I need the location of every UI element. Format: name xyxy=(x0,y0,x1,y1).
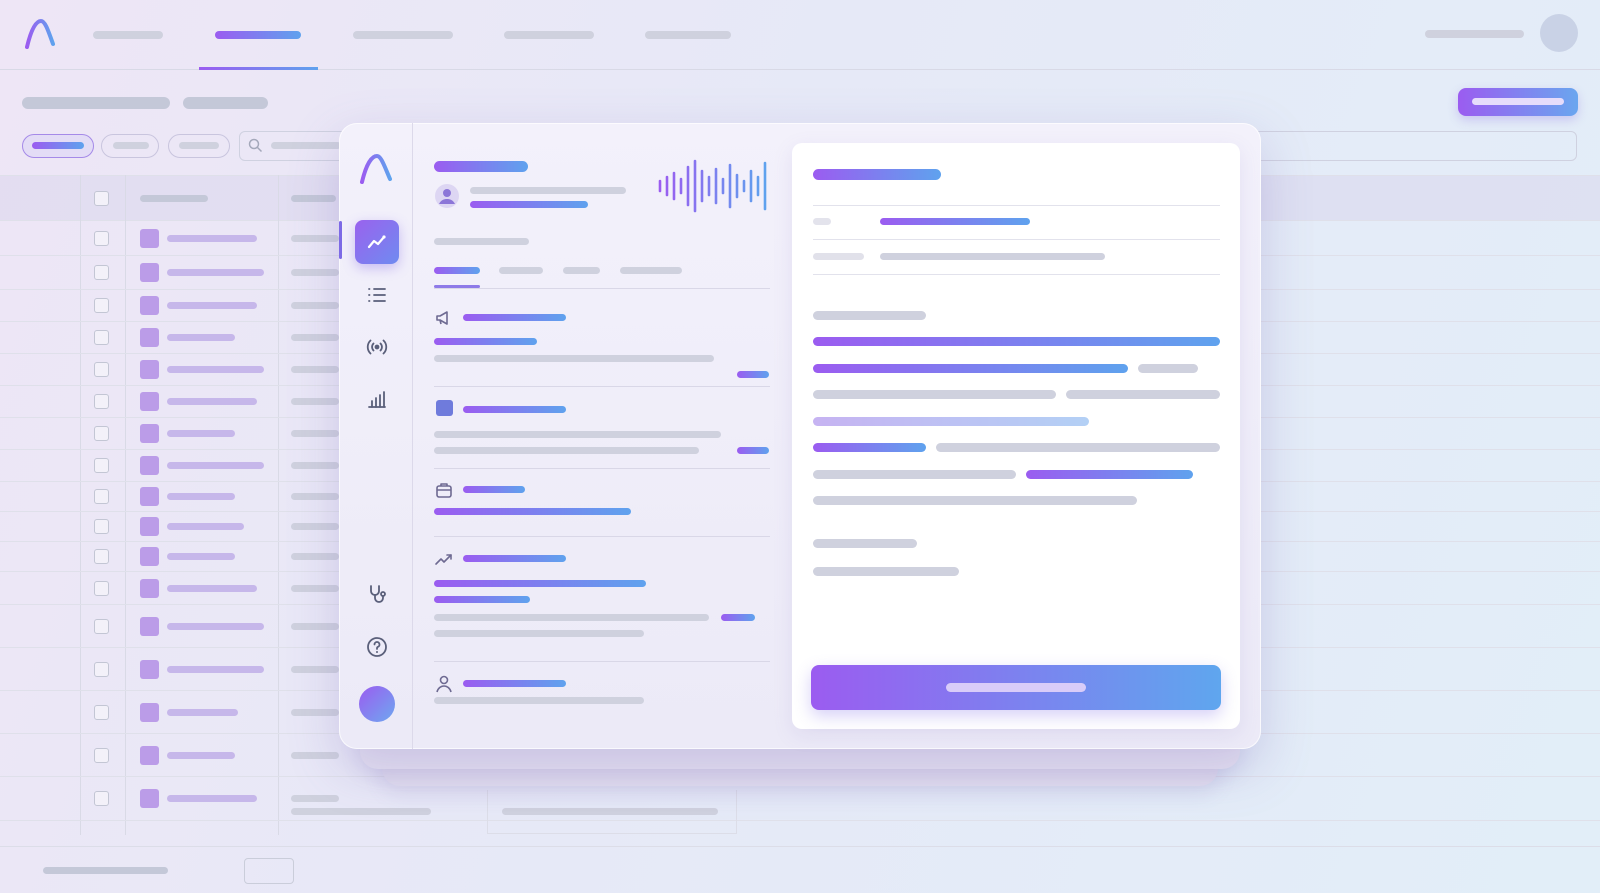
row-name xyxy=(167,752,235,759)
row-checkbox[interactable] xyxy=(94,705,109,720)
filter-chip-active[interactable] xyxy=(22,134,94,158)
row-name xyxy=(167,398,257,405)
row-checkbox[interactable] xyxy=(94,231,109,246)
arc-logo-icon[interactable] xyxy=(24,18,56,50)
row-checkbox[interactable] xyxy=(94,458,109,473)
filter-chip-3[interactable] xyxy=(168,134,230,158)
row-name xyxy=(167,334,235,341)
row-name xyxy=(167,302,257,309)
user-name xyxy=(1425,30,1524,38)
assistant-panel xyxy=(339,123,1261,749)
megaphone-icon xyxy=(436,311,448,325)
row-name xyxy=(167,553,235,560)
feed-item-4[interactable] xyxy=(339,548,783,648)
row-checkbox[interactable] xyxy=(94,791,109,806)
search-icon xyxy=(248,138,263,153)
row-name xyxy=(167,709,238,716)
pagination-control[interactable] xyxy=(244,858,294,884)
row-color-icon xyxy=(140,456,159,475)
primary-action-button[interactable] xyxy=(1458,88,1578,116)
feed-title xyxy=(434,161,528,172)
row-color-icon xyxy=(140,360,159,379)
row-color-icon xyxy=(140,579,159,598)
row-color-icon xyxy=(140,660,159,679)
detail-card xyxy=(792,143,1240,729)
active-tab-underline xyxy=(199,67,318,70)
voice-waveform-icon[interactable] xyxy=(657,159,769,213)
row-name xyxy=(167,523,244,530)
row-checkbox[interactable] xyxy=(94,549,109,564)
row-name xyxy=(167,795,257,802)
nav-tab-5[interactable] xyxy=(645,28,731,42)
row-checkbox[interactable] xyxy=(94,489,109,504)
row-name xyxy=(167,666,264,673)
row-color-icon xyxy=(140,547,159,566)
rail-item-trend[interactable] xyxy=(355,220,399,264)
feed-item-1[interactable] xyxy=(339,303,783,383)
row-name xyxy=(167,585,257,592)
row-name xyxy=(167,235,257,242)
row-checkbox[interactable] xyxy=(94,519,109,534)
row-color-icon xyxy=(140,517,159,536)
trend-icon xyxy=(367,235,386,249)
footer-summary xyxy=(43,867,168,874)
person-avatar-icon xyxy=(435,184,459,208)
person-icon xyxy=(436,675,452,693)
nav-tab-1[interactable] xyxy=(93,28,163,42)
square-icon xyxy=(436,400,453,416)
row-color-icon xyxy=(140,424,159,443)
row-checkbox[interactable] xyxy=(94,748,109,763)
row-checkbox[interactable] xyxy=(94,619,109,634)
row-name xyxy=(167,493,235,500)
row-color-icon xyxy=(140,703,159,722)
briefcase-icon xyxy=(436,483,452,498)
row-name xyxy=(167,269,264,276)
detail-title xyxy=(813,169,941,180)
row-checkbox[interactable] xyxy=(94,362,109,377)
row-color-icon xyxy=(140,328,159,347)
feed-item-5[interactable] xyxy=(339,673,783,723)
row-checkbox[interactable] xyxy=(94,265,109,280)
row-color-icon xyxy=(140,263,159,282)
row-color-icon xyxy=(140,617,159,636)
row-checkbox[interactable] xyxy=(94,394,109,409)
row-color-icon xyxy=(140,789,159,808)
feed-tab-3[interactable] xyxy=(563,267,600,274)
arc-logo-icon[interactable] xyxy=(359,153,393,185)
row-color-icon xyxy=(140,296,159,315)
row-checkbox[interactable] xyxy=(94,330,109,345)
page-subtitle xyxy=(183,97,268,109)
feed-item-2[interactable] xyxy=(339,399,783,461)
row-checkbox[interactable] xyxy=(94,298,109,313)
row-name xyxy=(167,462,264,469)
row-color-icon xyxy=(140,746,159,765)
nav-tab-4[interactable] xyxy=(504,28,594,42)
row-color-icon xyxy=(140,229,159,248)
select-all-checkbox[interactable] xyxy=(94,191,109,206)
feed-item-3[interactable] xyxy=(339,479,783,525)
nav-tab-3[interactable] xyxy=(353,28,453,42)
row-name xyxy=(167,623,264,630)
feed-tab-4[interactable] xyxy=(620,267,682,274)
primary-cta-button[interactable] xyxy=(811,665,1221,710)
row-checkbox[interactable] xyxy=(94,426,109,441)
page-title xyxy=(22,97,170,109)
nav-tab-2-active[interactable] xyxy=(199,28,318,70)
row-name xyxy=(167,366,264,373)
row-checkbox[interactable] xyxy=(94,662,109,677)
trend-up-icon xyxy=(435,554,452,565)
row-name xyxy=(167,430,235,437)
row-color-icon xyxy=(140,392,159,411)
row-color-icon xyxy=(140,487,159,506)
filter-chip-2[interactable] xyxy=(101,134,159,158)
feed-tab-active[interactable] xyxy=(434,267,480,274)
row-checkbox[interactable] xyxy=(94,581,109,596)
top-navigation xyxy=(0,0,1600,70)
avatar[interactable] xyxy=(1540,14,1578,52)
feed-tab-2[interactable] xyxy=(499,267,543,274)
